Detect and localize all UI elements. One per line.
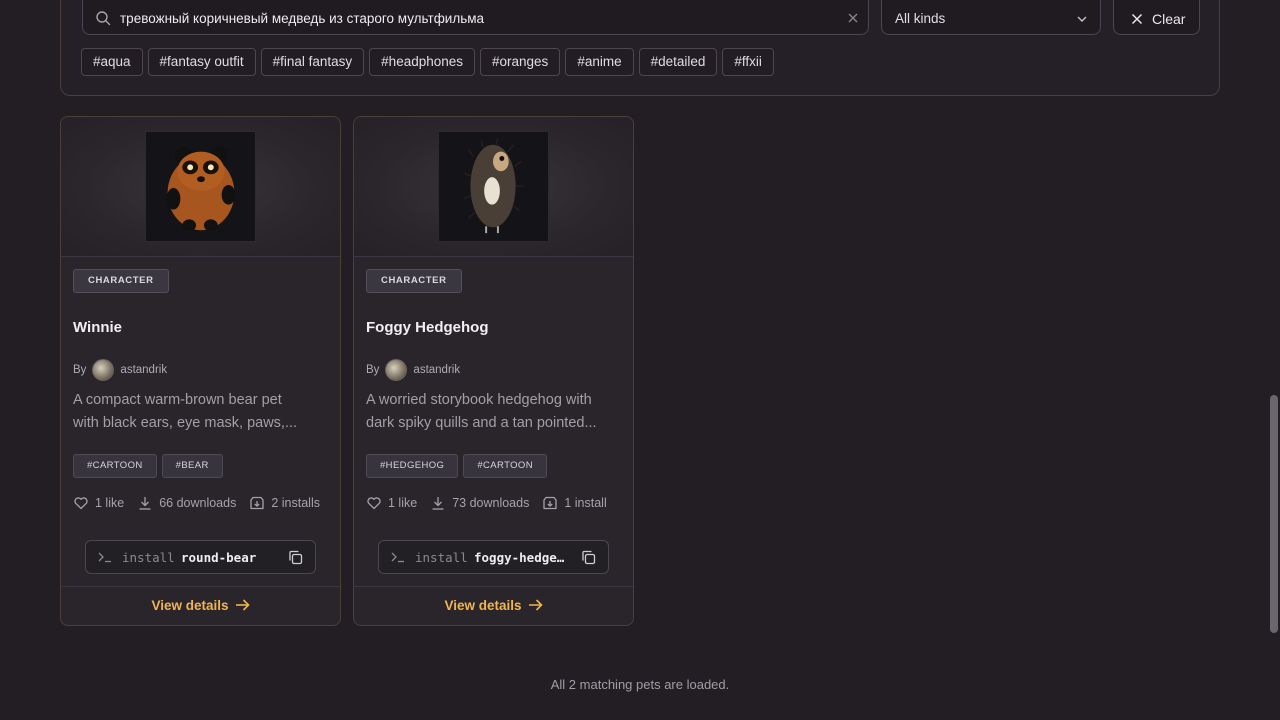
- card-hero: [354, 117, 633, 257]
- pet-card: CHARACTER Foggy Hedgehog By astandrik A …: [353, 116, 634, 626]
- suggested-tags: #aqua #fantasy outfit #final fantasy #he…: [81, 48, 774, 76]
- heart-icon: [367, 497, 381, 510]
- pet-description: A compact warm-brown bear pet with black…: [73, 389, 329, 435]
- likes-stat[interactable]: 1 like: [73, 495, 124, 511]
- close-icon: [1131, 13, 1143, 25]
- pet-tag[interactable]: #BEAR: [161, 454, 223, 478]
- description-line: dark spiky quills and a tan pointed...: [366, 415, 597, 431]
- view-details-label: View details: [444, 598, 522, 613]
- install-box-icon: [543, 496, 557, 510]
- download-icon: [432, 497, 444, 510]
- likes-count: 1 like: [95, 496, 125, 510]
- pet-card: CHARACTER Winnie By astandrik A compact …: [60, 116, 341, 626]
- pet-description: A worried storybook hedgehog with dark s…: [366, 389, 622, 435]
- tag-chip[interactable]: #fantasy outfit: [147, 48, 256, 76]
- downloads-count: 73 downloads: [452, 496, 530, 510]
- description-line: A worried storybook hedgehog with: [366, 392, 592, 408]
- tag-chip[interactable]: #anime: [565, 48, 634, 76]
- install-cmd-label: install: [122, 550, 175, 565]
- terminal-icon: [391, 552, 404, 563]
- heart-icon: [74, 497, 88, 510]
- downloads-stat: 73 downloads: [430, 495, 529, 511]
- view-details-link[interactable]: View details: [61, 598, 340, 613]
- chevron-down-icon: [1077, 16, 1087, 22]
- install-slug: round-bear: [181, 550, 257, 565]
- results-status: All 2 matching pets are loaded.: [550, 677, 730, 692]
- description-line: A compact warm-brown bear pet: [73, 392, 282, 408]
- installs-stat: 2 installs: [249, 495, 320, 511]
- kind-filter-select[interactable]: All kinds: [881, 0, 1101, 35]
- search-query-text: тревожный коричневый медведь из старого …: [120, 11, 485, 26]
- pet-image-hedgehog[interactable]: [438, 131, 549, 242]
- kind-filter-value: All kinds: [895, 11, 946, 26]
- by-label: By: [366, 364, 380, 376]
- card-footer: View details: [354, 586, 633, 625]
- view-details-label: View details: [151, 598, 229, 613]
- tag-chip[interactable]: #oranges: [480, 48, 561, 76]
- search-input[interactable]: тревожный коричневый медведь из старого …: [82, 0, 869, 35]
- clear-search-icon[interactable]: [846, 11, 860, 25]
- author-name[interactable]: astandrik: [413, 364, 460, 376]
- installs-count: 1 install: [564, 496, 607, 510]
- avatar[interactable]: [92, 359, 115, 381]
- install-box-icon: [250, 496, 264, 510]
- pet-tag[interactable]: #HEDGEHOG: [366, 454, 459, 478]
- install-command[interactable]: install foggy-hedgehog: [378, 540, 609, 574]
- card-footer: View details: [61, 586, 340, 625]
- arrow-right-icon: [235, 599, 250, 611]
- pet-stats: 1 like 73 downloads 1 install: [366, 495, 607, 511]
- downloads-stat: 66 downloads: [137, 495, 236, 511]
- installs-stat: 1 install: [542, 495, 607, 511]
- pet-title[interactable]: Winnie: [73, 319, 122, 336]
- tag-chip[interactable]: #detailed: [638, 48, 718, 76]
- downloads-count: 66 downloads: [159, 496, 237, 510]
- pet-image-bear[interactable]: [145, 131, 256, 242]
- copy-icon[interactable]: [581, 550, 596, 565]
- pet-tags: #HEDGEHOG #CARTOON: [366, 454, 547, 478]
- by-label: By: [73, 364, 87, 376]
- clear-filters-label: Clear: [1152, 11, 1186, 27]
- likes-stat[interactable]: 1 like: [366, 495, 417, 511]
- clear-filters-button[interactable]: Clear: [1113, 0, 1200, 35]
- search-icon: [96, 11, 111, 26]
- pet-tags: #CARTOON #BEAR: [73, 454, 223, 478]
- install-cmd-label: install: [415, 550, 468, 565]
- pet-tag[interactable]: #CARTOON: [463, 454, 547, 478]
- kind-badge: CHARACTER: [73, 269, 169, 293]
- tag-chip[interactable]: #ffxii: [722, 48, 774, 76]
- copy-icon[interactable]: [288, 550, 303, 565]
- tag-chip[interactable]: #aqua: [81, 48, 143, 76]
- download-icon: [139, 497, 151, 510]
- view-details-link[interactable]: View details: [354, 598, 633, 613]
- installs-count: 2 installs: [271, 496, 320, 510]
- search-panel: тревожный коричневый медведь из старого …: [60, 0, 1220, 96]
- author-row: By astandrik: [366, 359, 460, 381]
- likes-count: 1 like: [388, 496, 418, 510]
- avatar[interactable]: [385, 359, 408, 381]
- kind-badge: CHARACTER: [366, 269, 462, 293]
- author-name[interactable]: astandrik: [120, 364, 167, 376]
- description-line: with black ears, eye mask, paws,...: [73, 415, 298, 431]
- pet-stats: 1 like 66 downloads 2 installs: [73, 495, 320, 511]
- terminal-icon: [98, 552, 111, 563]
- arrow-right-icon: [528, 599, 543, 611]
- pet-title[interactable]: Foggy Hedgehog: [366, 319, 489, 336]
- pet-tag[interactable]: #CARTOON: [73, 454, 157, 478]
- tag-chip[interactable]: #headphones: [369, 48, 476, 76]
- scrollbar-thumb[interactable]: [1270, 395, 1278, 633]
- author-row: By astandrik: [73, 359, 167, 381]
- card-hero: [61, 117, 340, 257]
- tag-chip[interactable]: #final fantasy: [260, 48, 365, 76]
- install-slug: foggy-hedgehog: [474, 550, 566, 565]
- install-command[interactable]: install round-bear: [85, 540, 316, 574]
